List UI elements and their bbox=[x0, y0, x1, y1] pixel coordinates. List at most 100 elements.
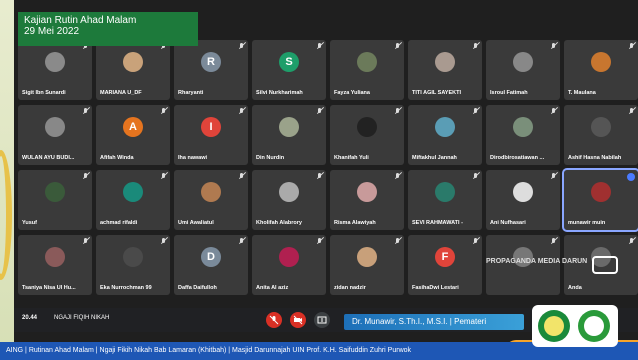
mic-muted-icon bbox=[473, 173, 478, 180]
avatar bbox=[435, 117, 455, 137]
avatar: A bbox=[123, 117, 143, 137]
participant-tile[interactable]: Dirodbirosatiawan ... bbox=[486, 105, 560, 165]
avatar bbox=[45, 117, 65, 137]
mic-muted-icon bbox=[395, 173, 400, 180]
avatar bbox=[45, 247, 65, 267]
avatar bbox=[357, 247, 377, 267]
participant-tile[interactable]: Khanifah Yuli bbox=[330, 105, 404, 165]
participant-tile[interactable]: TITI AGIL SAYEKTI bbox=[408, 40, 482, 100]
participant-tile[interactable]: R Rharyanti bbox=[174, 40, 248, 100]
avatar bbox=[45, 182, 65, 202]
participant-tile[interactable]: achmad rifaldi bbox=[96, 170, 170, 230]
participant-tile[interactable]: Sigit Ibn Sunardi bbox=[18, 40, 92, 100]
participant-tile[interactable]: MARIANA U_DF bbox=[96, 40, 170, 100]
avatar bbox=[435, 52, 455, 72]
participant-tile[interactable]: Din Nurdin bbox=[252, 105, 326, 165]
participant-name: Risma Alawiyah bbox=[334, 220, 376, 226]
mic-muted-icon bbox=[551, 43, 556, 50]
mic-muted-icon bbox=[317, 43, 322, 50]
participant-name: Khanifah Yuli bbox=[334, 155, 369, 161]
mic-muted-icon bbox=[239, 43, 244, 50]
mic-muted-icon bbox=[317, 108, 322, 115]
decorative-border bbox=[0, 0, 14, 360]
participant-tile[interactable]: Ani Nufhasari bbox=[486, 170, 560, 230]
avatar bbox=[357, 182, 377, 202]
camera-toggle-button[interactable] bbox=[290, 312, 306, 328]
mosque-logo-icon bbox=[578, 310, 610, 342]
participant-name: Din Nurdin bbox=[256, 155, 285, 161]
participant-tile[interactable]: Anita Al aziz bbox=[252, 235, 326, 295]
event-date: 29 Mei 2022 bbox=[24, 26, 80, 37]
participant-tile[interactable]: SEVI RAHMAWATI - bbox=[408, 170, 482, 230]
mic-muted-icon bbox=[473, 108, 478, 115]
mic-muted-icon bbox=[83, 173, 88, 180]
participant-name: Ashif Hasna Nabilah bbox=[568, 155, 622, 161]
mic-muted-icon bbox=[83, 108, 88, 115]
participant-tile[interactable]: Eka Nurrochman 99 bbox=[96, 235, 170, 295]
participant-tile[interactable]: Ashif Hasna Nabilah bbox=[564, 105, 638, 165]
mic-muted-icon bbox=[629, 238, 634, 245]
participant-tile[interactable]: D Daffa Daifulloh bbox=[174, 235, 248, 295]
participant-name: Dirodbirosatiawan ... bbox=[490, 155, 545, 161]
mic-muted-icon bbox=[317, 173, 322, 180]
participant-name: Eka Nurrochman 99 bbox=[100, 285, 152, 291]
mic-muted-icon bbox=[629, 108, 634, 115]
avatar bbox=[435, 182, 455, 202]
decorative-arc bbox=[0, 150, 12, 280]
avatar: I bbox=[201, 117, 221, 137]
mic-muted-icon bbox=[551, 108, 556, 115]
avatar: S bbox=[279, 52, 299, 72]
participant-name: SEVI RAHMAWATI - bbox=[412, 220, 463, 226]
participant-name: Anita Al aziz bbox=[256, 285, 289, 291]
uin-logo-icon bbox=[538, 310, 570, 342]
mic-muted-icon bbox=[551, 173, 556, 180]
participant-tile[interactable]: S Silvi Nurkharimah bbox=[252, 40, 326, 100]
participant-tile[interactable]: Isroul Fatimah bbox=[486, 40, 560, 100]
participant-tile[interactable]: munawir muin bbox=[562, 168, 638, 232]
participant-name: Kholifah Alabrory bbox=[256, 220, 302, 226]
avatar bbox=[123, 247, 143, 267]
mic-muted-icon bbox=[83, 238, 88, 245]
participant-tile[interactable]: A Afifah Winda bbox=[96, 105, 170, 165]
participant-tile[interactable]: F FasihaDwi Lestari bbox=[408, 235, 482, 295]
present-screen-button[interactable] bbox=[314, 312, 330, 328]
presenter-lower-third: Dr. Munawir, S.Th.I., M.S.I. | Pemateri bbox=[344, 314, 524, 330]
mic-muted-icon bbox=[629, 43, 634, 50]
mic-muted-icon bbox=[161, 173, 166, 180]
participant-tile[interactable]: zidan nadzir bbox=[330, 235, 404, 295]
participant-tile[interactable]: T. Maulana bbox=[564, 40, 638, 100]
avatar bbox=[279, 247, 299, 267]
participant-name: Rharyanti bbox=[178, 90, 204, 96]
participant-name: zidan nadzir bbox=[334, 285, 366, 291]
participant-name: TITI AGIL SAYEKTI bbox=[412, 90, 461, 96]
avatar bbox=[513, 117, 533, 137]
camera-off-icon bbox=[293, 315, 303, 325]
participant-name: Fayza Yuliana bbox=[334, 90, 370, 96]
participant-tile[interactable]: Umi Awaliatul bbox=[174, 170, 248, 230]
participant-name: Tsaniya Nisa Ul Hu... bbox=[22, 285, 76, 291]
mic-muted-icon bbox=[395, 108, 400, 115]
present-icon bbox=[317, 316, 327, 324]
participant-tile[interactable]: WULAN AYU BUDI... bbox=[18, 105, 92, 165]
participant-tile[interactable]: I Iha nawawi bbox=[174, 105, 248, 165]
participant-tile[interactable]: Fayza Yuliana bbox=[330, 40, 404, 100]
mic-muted-icon bbox=[239, 173, 244, 180]
mic-toggle-button[interactable] bbox=[266, 312, 282, 328]
participant-tile[interactable]: Yusuf bbox=[18, 170, 92, 230]
mic-muted-icon bbox=[551, 238, 556, 245]
participant-name: Yusuf bbox=[22, 220, 37, 226]
participant-name: achmad rifaldi bbox=[100, 220, 138, 226]
participant-tile[interactable]: Tsaniya Nisa Ul Hu... bbox=[18, 235, 92, 295]
avatar bbox=[123, 182, 143, 202]
avatar bbox=[591, 117, 611, 137]
participant-name: WULAN AYU BUDI... bbox=[22, 155, 75, 161]
participant-tile[interactable]: Miftakhul Jannah bbox=[408, 105, 482, 165]
mic-muted-icon bbox=[317, 238, 322, 245]
participant-tile[interactable]: Kholifah Alabrory bbox=[252, 170, 326, 230]
mic-muted-icon bbox=[239, 238, 244, 245]
avatar bbox=[357, 117, 377, 137]
participant-name: munawir muin bbox=[568, 220, 606, 226]
participant-tile[interactable]: Risma Alawiyah bbox=[330, 170, 404, 230]
avatar bbox=[591, 52, 611, 72]
mic-off-icon bbox=[269, 315, 279, 325]
